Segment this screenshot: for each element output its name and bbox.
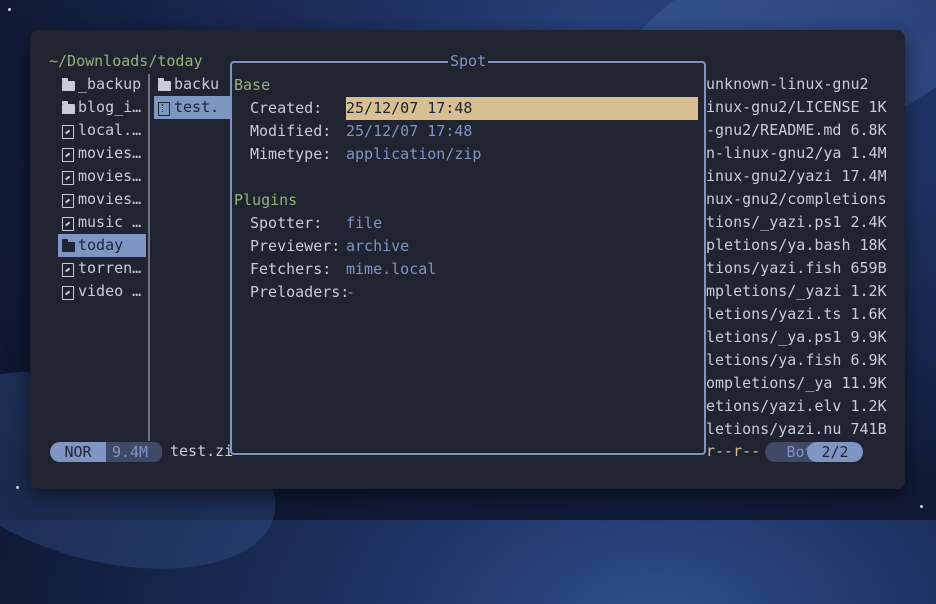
- spotter-value[interactable]: file: [346, 212, 382, 235]
- preview-line: letions/yazi.nu 741B: [706, 420, 887, 438]
- previewer-label: Previewer:: [250, 237, 341, 255]
- file-icon: [58, 212, 78, 234]
- file-icon: [58, 143, 78, 165]
- preview-line: letions/_ya.ps1 9.9K: [706, 328, 887, 346]
- position-indicator: 2/2: [807, 442, 863, 462]
- file-icon: [58, 189, 78, 211]
- folder-icon: [58, 74, 78, 96]
- column-divider: [148, 74, 150, 441]
- list-item[interactable]: local.…: [58, 119, 146, 142]
- preloaders-label: Preloaders:: [250, 283, 350, 301]
- fetchers-value[interactable]: mime.local: [346, 258, 436, 281]
- list-item[interactable]: movies…: [58, 188, 146, 211]
- preview-line: etions/yazi.elv 1.2K: [706, 397, 887, 415]
- preview-line: unknown-linux-gnu2: [706, 75, 869, 93]
- preloaders-value[interactable]: -: [346, 281, 355, 304]
- list-item[interactable]: music …: [58, 211, 146, 234]
- created-label: Created:: [250, 99, 323, 117]
- mimetype-label: Mimetype:: [250, 145, 332, 163]
- created-value[interactable]: 25/12/07 17:48: [346, 97, 698, 120]
- wallpaper-star: [16, 486, 19, 489]
- section-heading-base: Base: [234, 76, 271, 94]
- file-icon: [58, 258, 78, 280]
- file-icon: [58, 281, 78, 303]
- preview-line: inux-gnu2/LICENSE 1K: [706, 98, 887, 116]
- list-item-selected[interactable]: today: [58, 234, 146, 257]
- list-item[interactable]: backu: [154, 73, 230, 96]
- list-item[interactable]: movies…: [58, 142, 146, 165]
- preview-line: -gnu2/README.md 6.8K: [706, 121, 887, 139]
- mode-indicator: NOR: [50, 442, 106, 462]
- folder-icon: [58, 235, 78, 257]
- list-item[interactable]: movies…: [58, 165, 146, 188]
- list-item[interactable]: video …: [58, 280, 146, 303]
- mimetype-value[interactable]: application/zip: [346, 143, 481, 166]
- preview-line: nux-gnu2/completions: [706, 190, 887, 208]
- preview-line: mpletions/_yazi 1.2K: [706, 282, 887, 300]
- spotter-label: Spotter:: [250, 214, 323, 232]
- preview-line: letions/ya.fish 6.9K: [706, 351, 887, 369]
- list-item-selected[interactable]: test.: [154, 96, 230, 119]
- wallpaper-star: [8, 8, 11, 11]
- file-icon: [58, 120, 78, 142]
- preview-line: ompletions/_ya 11.9K: [706, 374, 887, 392]
- terminal-window: ~/Downloads/today _backup blog_i… local.…: [30, 30, 905, 489]
- preview-line: n-linux-gnu2/ya 1.4M: [706, 144, 887, 162]
- folder-icon: [154, 74, 174, 96]
- zip-file-icon: [154, 97, 174, 119]
- list-item[interactable]: blog_i…: [58, 96, 146, 119]
- preview-line: tions/_yazi.ps1 2.4K: [706, 213, 887, 231]
- section-heading-plugins: Plugins: [234, 191, 298, 209]
- fetchers-label: Fetchers:: [250, 260, 332, 278]
- preview-line: inux-gnu2/yazi 17.4M: [706, 167, 887, 185]
- permissions: r--r--: [706, 442, 761, 460]
- status-filename: test.zi: [170, 442, 234, 460]
- size-pill-cap: [154, 442, 162, 462]
- folder-icon: [58, 97, 78, 119]
- file-icon: [58, 166, 78, 188]
- spot-panel: Spot Base Created: 25/12/07 17:48 Modifi…: [230, 51, 706, 455]
- preview-line: letions/yazi.ts 1.6K: [706, 305, 887, 323]
- modified-label: Modified:: [250, 122, 332, 140]
- list-item[interactable]: torren…: [58, 257, 146, 280]
- wallpaper-star: [920, 505, 923, 508]
- file-size: 9.4M: [106, 442, 154, 462]
- current-path: ~/Downloads/today: [49, 52, 203, 70]
- list-item[interactable]: _backup: [58, 73, 146, 96]
- preview-line: tions/yazi.fish 659B: [706, 259, 887, 277]
- previewer-value[interactable]: archive: [346, 235, 409, 258]
- spot-title: Spot: [448, 51, 489, 71]
- preview-line: pletions/ya.bash 18K: [706, 236, 887, 254]
- modified-value[interactable]: 25/12/07 17:48: [346, 120, 472, 143]
